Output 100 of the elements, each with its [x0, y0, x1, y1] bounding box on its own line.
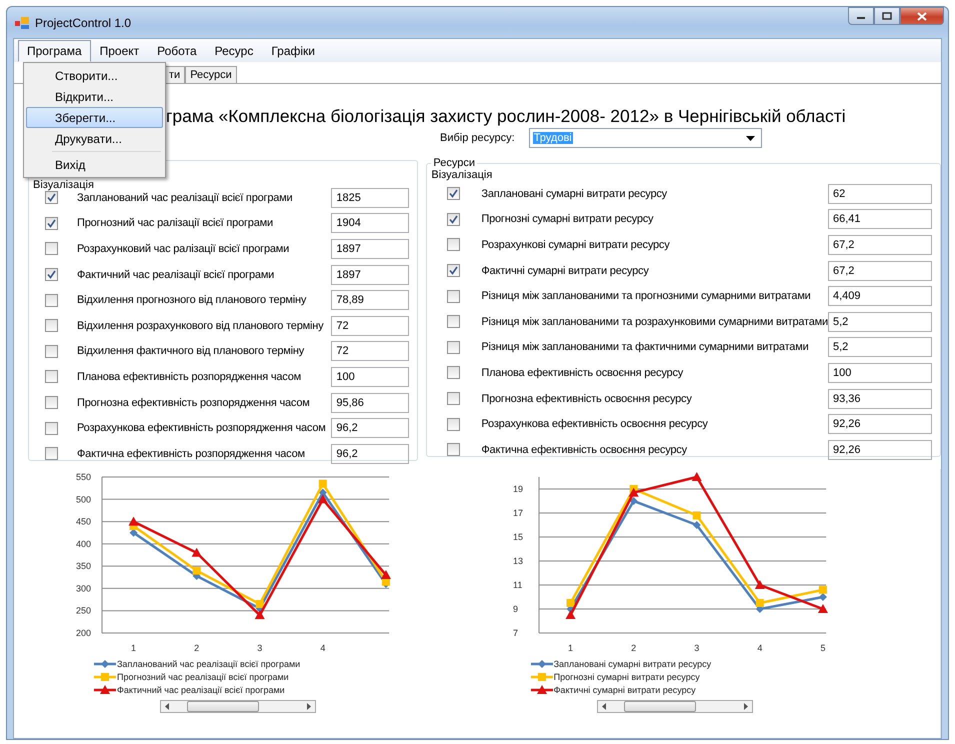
checkbox[interactable]	[45, 242, 58, 256]
checkbox[interactable]	[447, 315, 460, 328]
value-field[interactable]: 95,86	[331, 392, 410, 413]
value-field[interactable]: 1825	[331, 188, 410, 208]
value-field[interactable]: 92,26	[828, 440, 932, 460]
row-label: Прогнозна ефективність розпорядження часом	[77, 396, 311, 409]
value-field[interactable]: 72	[331, 341, 410, 362]
legend-label: Фактичний час реалізації всієї програми	[117, 684, 285, 694]
data-point	[380, 570, 391, 580]
menu-item[interactable]: Створити...	[26, 65, 163, 86]
value-field[interactable]: 5,2	[828, 312, 932, 332]
right-arrow-icon[interactable]	[305, 703, 312, 710]
close-button[interactable]	[900, 7, 944, 25]
menu-item[interactable]: Вихід	[26, 154, 163, 175]
row-label: Фактичний час реалізації всієї програми	[77, 268, 276, 281]
scrollbar-thumb[interactable]	[187, 701, 259, 712]
close-icon[interactable]	[917, 12, 927, 20]
menu-item[interactable]: Друкувати...	[26, 128, 163, 149]
menu-item[interactable]: Проект	[90, 40, 148, 62]
value-field[interactable]: 96,2	[331, 444, 410, 464]
checkbox[interactable]	[45, 370, 58, 384]
data-point	[192, 548, 202, 557]
group-title: Ресурси	[432, 157, 476, 169]
row-label: Фактична ефективність розпорядження часом	[77, 448, 306, 460]
data-point	[318, 494, 328, 504]
data-point	[130, 528, 138, 537]
value-field[interactable]: 96,2	[331, 418, 410, 438]
row-label: Запланований час реалізації всієї програми	[77, 192, 294, 204]
caret-icon[interactable]	[746, 136, 755, 140]
tab[interactable]: ти	[164, 66, 186, 83]
checkbox[interactable]	[45, 344, 58, 358]
legend-marker-icon	[530, 672, 553, 682]
section-label: Візуалізація	[431, 169, 492, 181]
legend-label: Фактичні сумарні витрати ресурсу	[554, 684, 696, 694]
scrollbar-thumb[interactable]	[624, 701, 696, 712]
left-arrow-icon[interactable]	[164, 703, 171, 710]
value-field[interactable]: 1897	[331, 264, 410, 285]
axis-label: 4	[320, 643, 326, 653]
checkbox[interactable]	[45, 396, 58, 410]
maximize-icon[interactable]	[882, 12, 892, 20]
axis-label: 450	[76, 516, 92, 527]
window-title: ProjectControl 1.0	[35, 16, 132, 30]
value-field[interactable]: 72	[331, 316, 410, 336]
value-field[interactable]: 100	[828, 362, 932, 383]
menu-item[interactable]: Програма	[18, 40, 91, 62]
data-point	[254, 610, 265, 620]
axis-label: 19	[512, 484, 523, 494]
minimize-button[interactable]	[848, 7, 874, 25]
value-field[interactable]: 92,26	[828, 414, 932, 434]
value-field[interactable]: 100	[331, 366, 410, 387]
value-field[interactable]: 93,36	[828, 388, 932, 409]
horizontal-scrollbar[interactable]	[596, 700, 753, 713]
checkbox[interactable]	[447, 366, 460, 380]
data-point	[692, 511, 700, 520]
left-arrow-icon[interactable]	[600, 703, 608, 710]
value-field[interactable]: 1904	[331, 213, 410, 234]
maximize-button[interactable]	[874, 7, 900, 25]
value-field[interactable]: 1897	[331, 238, 410, 259]
row-label: Розрахункова ефективність освоєння ресурсу	[481, 418, 709, 430]
axis-label: 3	[694, 643, 699, 653]
value-field[interactable]: 5,2	[828, 337, 932, 358]
menu-item[interactable]: Ресурс	[206, 40, 262, 62]
legend-marker-icon	[94, 684, 116, 694]
section-label: Візуалізація	[33, 179, 94, 191]
value-field[interactable]: 62	[828, 184, 932, 204]
checkbox[interactable]	[447, 443, 460, 456]
checkbox[interactable]	[447, 290, 460, 303]
value-field[interactable]: 67,2	[828, 234, 932, 255]
checkbox[interactable]	[447, 340, 460, 354]
checkbox[interactable]	[447, 238, 460, 252]
menu-item[interactable]: Відкрити...	[26, 86, 163, 107]
checkbox[interactable]	[45, 191, 58, 204]
row-label: Заплановані сумарні витрати ресурсу	[481, 188, 668, 200]
axis-label: 5	[820, 643, 826, 653]
horizontal-scrollbar[interactable]	[160, 700, 316, 713]
field-label: Вибір ресурсу:	[440, 132, 515, 144]
axis-label: 400	[76, 538, 92, 549]
checkbox[interactable]	[45, 268, 58, 282]
menu-item[interactable]: Графіки	[262, 40, 324, 62]
checkbox[interactable]	[45, 422, 58, 435]
checkbox[interactable]	[447, 187, 460, 200]
data-point	[628, 488, 638, 497]
value-field[interactable]: 66,41	[828, 209, 932, 230]
right-arrow-icon[interactable]	[742, 703, 749, 710]
checkbox[interactable]	[45, 319, 58, 332]
axis-label: 1	[131, 643, 136, 653]
value-field[interactable]: 67,2	[828, 260, 932, 281]
checkbox[interactable]	[447, 264, 460, 278]
checkbox[interactable]	[45, 447, 58, 460]
tab[interactable]: Ресурси	[185, 66, 237, 83]
value-field[interactable]: 4,409	[828, 286, 932, 306]
checkbox[interactable]	[447, 392, 460, 406]
axis-label: 11	[512, 580, 522, 590]
checkbox[interactable]	[447, 418, 460, 431]
checkbox[interactable]	[45, 216, 58, 230]
menu-item[interactable]: Зберегти...	[26, 107, 163, 128]
checkbox[interactable]	[45, 294, 58, 307]
checkbox[interactable]	[447, 212, 460, 226]
value-field[interactable]: 78,89	[331, 290, 410, 310]
menu-item[interactable]: Робота	[148, 40, 206, 62]
